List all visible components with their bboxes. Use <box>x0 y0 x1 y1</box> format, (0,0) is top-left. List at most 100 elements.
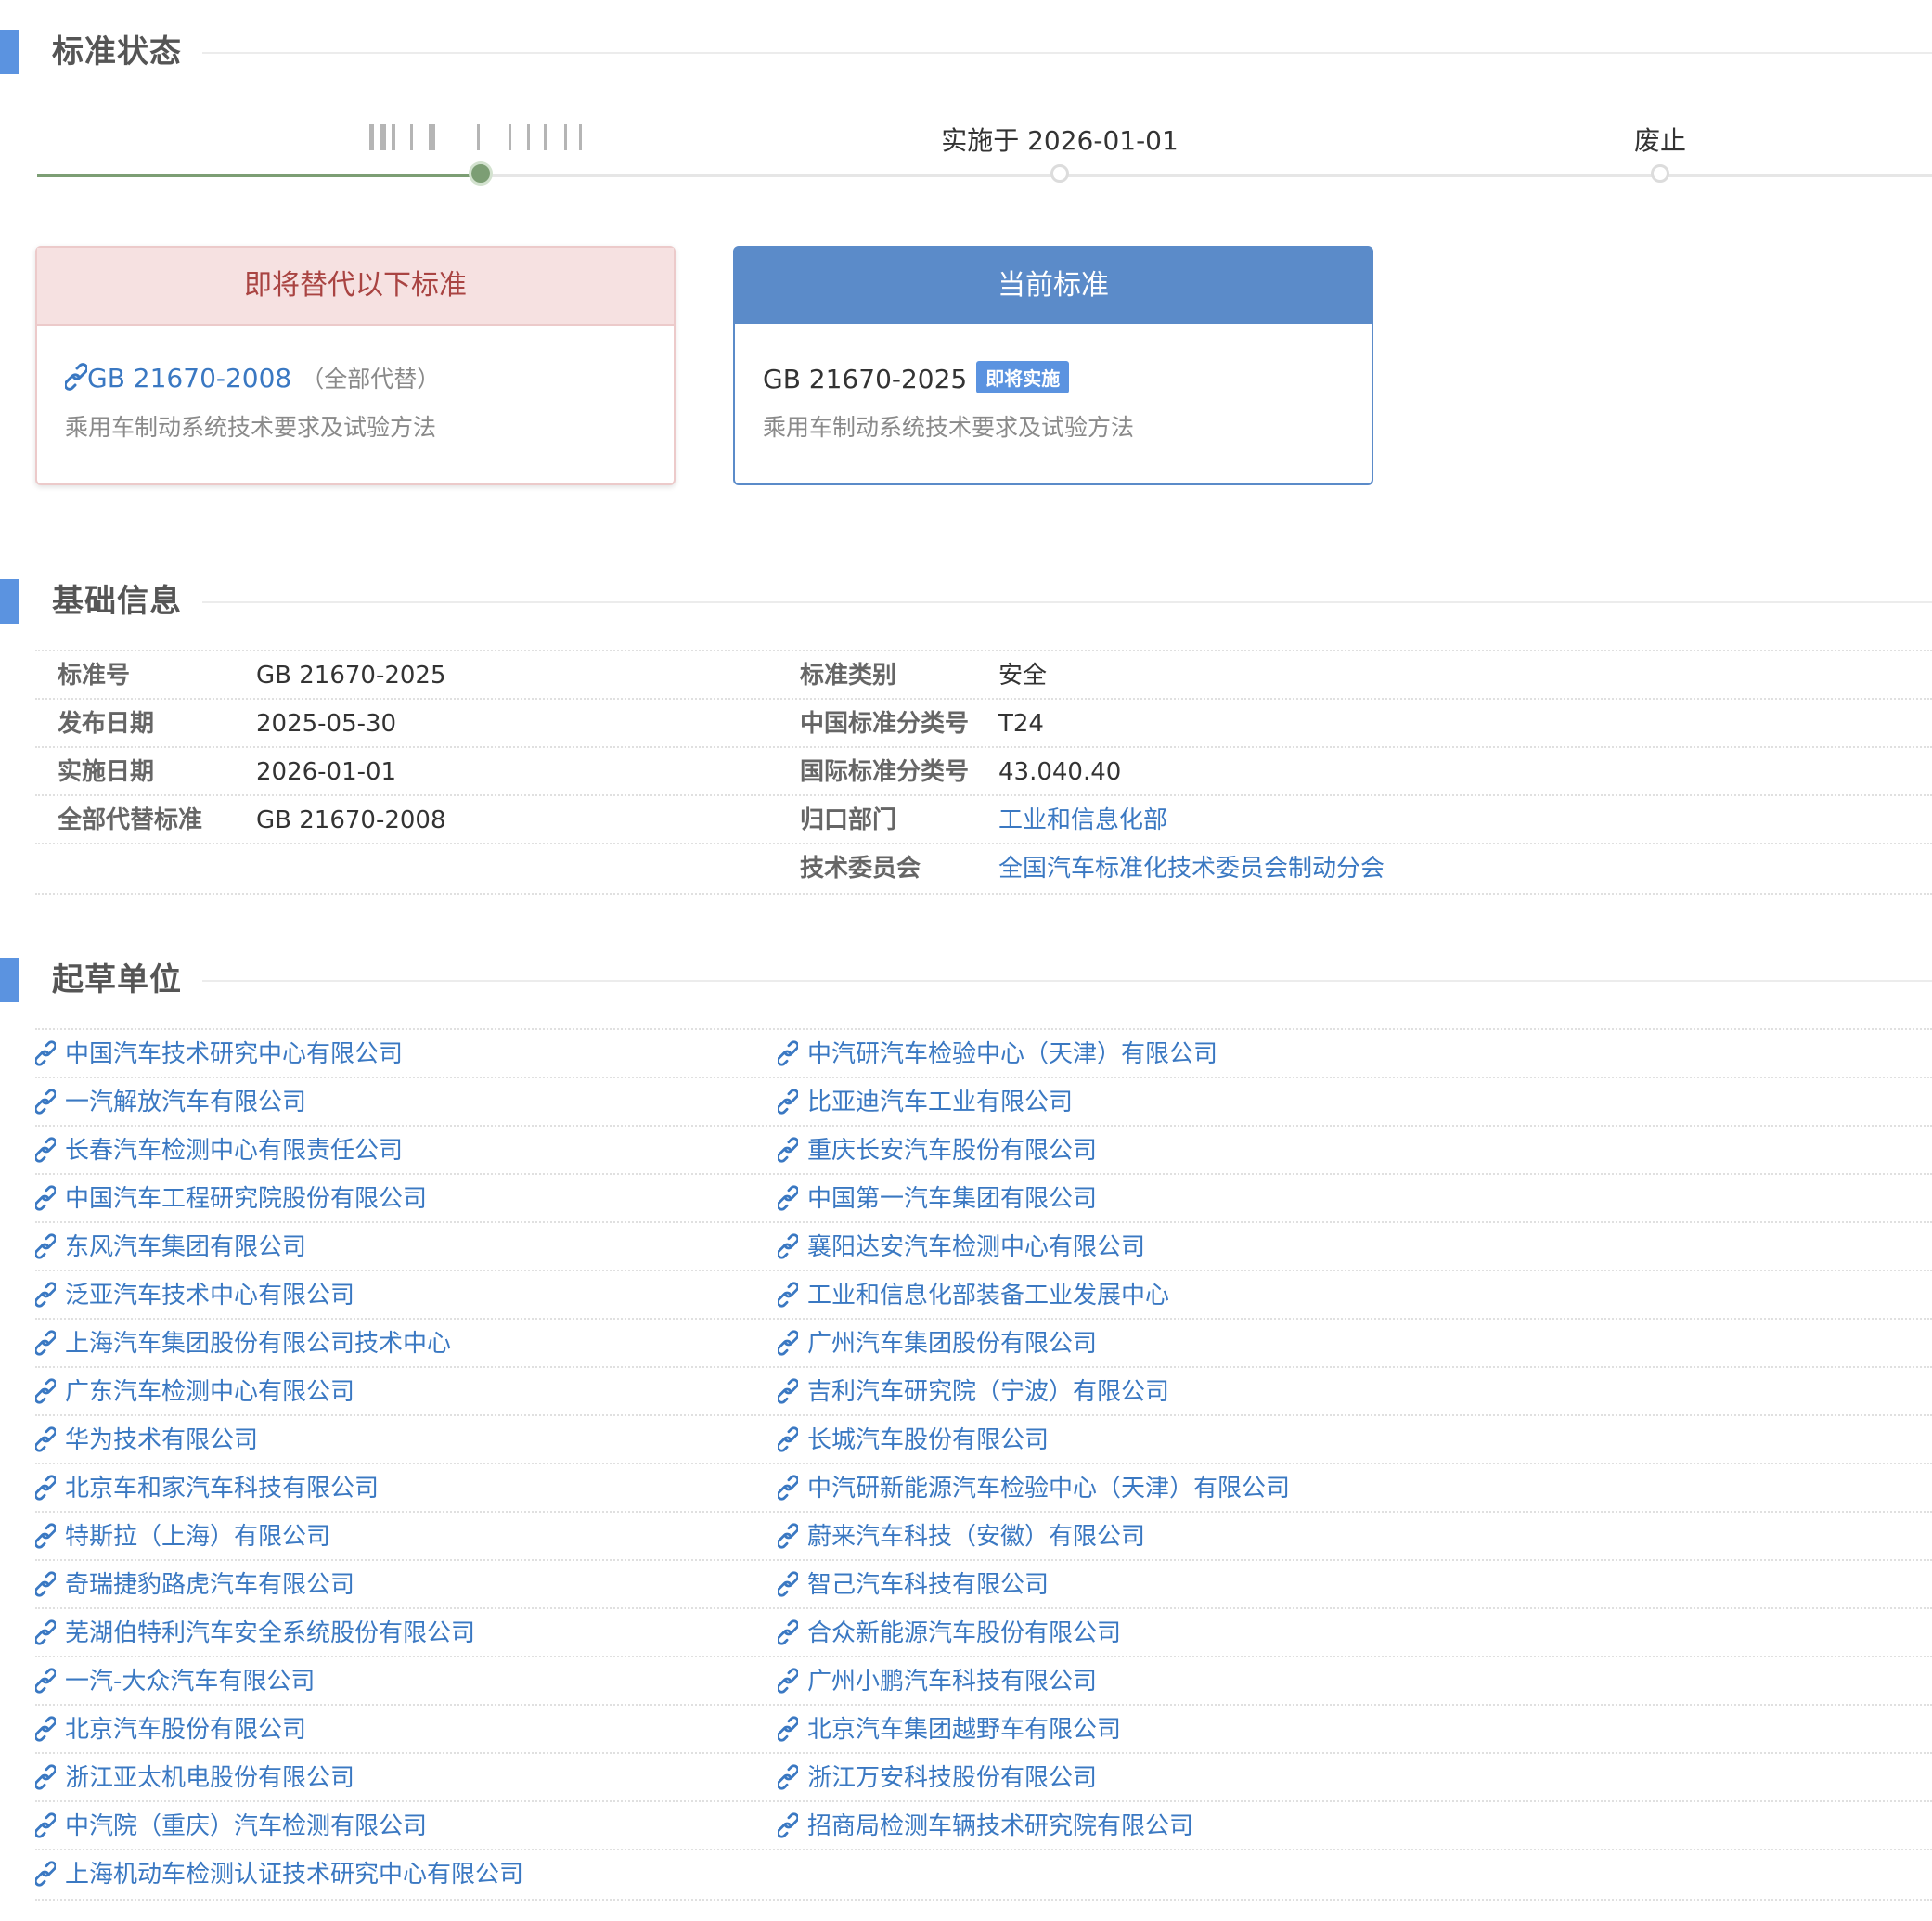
drafter-link[interactable]: 长春汽车检测中心有限责任公司 <box>33 1127 404 1175</box>
drafter-link[interactable]: 蔚来汽车科技（安徽）有限公司 <box>776 1513 1146 1561</box>
timeline-label-implement: 实施于 2026-01-01 <box>941 125 1179 156</box>
drafter-name: 上海汽车集团股份有限公司技术中心 <box>65 1330 452 1358</box>
drafter-name: 长春汽车检测中心有限责任公司 <box>65 1137 404 1165</box>
drafter-row: 一汽-大众汽车有限公司 广州小鹏汽车科技有限公司 <box>33 1656 1932 1706</box>
section-accent-bar <box>0 30 19 74</box>
info-label: 技术委员会 <box>800 855 921 883</box>
status-timeline: 实施于 2026-01-01 废止 <box>0 111 1932 195</box>
drafter-name: 浙江亚太机电股份有限公司 <box>65 1764 355 1792</box>
drafter-row: 特斯拉（上海）有限公司 蔚来汽车科技（安徽）有限公司 <box>33 1511 1932 1561</box>
info-value: 安全 <box>998 662 1048 690</box>
section-divider <box>202 980 1932 982</box>
drafter-link[interactable]: 浙江亚太机电股份有限公司 <box>33 1754 355 1802</box>
info-row: 全部代替标准 GB 21670-2008 归口部门 工业和信息化部 <box>35 794 1932 844</box>
drafter-name: 北京车和家汽车科技有限公司 <box>65 1475 380 1502</box>
drafter-name: 吉利汽车研究院（宁波）有限公司 <box>807 1378 1170 1406</box>
drafter-row: 上海机动车检测认证技术研究中心有限公司 <box>33 1849 1932 1901</box>
section-divider <box>202 52 1932 54</box>
drafter-link[interactable]: 泛亚汽车技术中心有限公司 <box>33 1271 355 1320</box>
drafter-link[interactable]: 长城汽车股份有限公司 <box>776 1416 1049 1464</box>
timeline-node-abolish <box>1651 164 1669 183</box>
drafter-name: 北京汽车集团越野车有限公司 <box>807 1716 1122 1744</box>
drafter-link[interactable]: 特斯拉（上海）有限公司 <box>33 1513 331 1561</box>
drafter-link[interactable]: 北京汽车股份有限公司 <box>33 1706 307 1754</box>
drafter-link[interactable]: 重庆长安汽车股份有限公司 <box>776 1127 1097 1175</box>
drafter-link[interactable]: 华为技术有限公司 <box>33 1416 258 1464</box>
drafter-link[interactable]: 智己汽车科技有限公司 <box>776 1561 1050 1609</box>
drafter-link[interactable]: 中汽研汽车检验中心（天津）有限公司 <box>776 1030 1217 1078</box>
drafter-name: 东风汽车集团有限公司 <box>65 1233 307 1261</box>
drafter-row: 华为技术有限公司 长城汽车股份有限公司 <box>33 1414 1932 1464</box>
drafter-link[interactable]: 上海机动车检测认证技术研究中心有限公司 <box>33 1850 523 1899</box>
replaced-standard-link[interactable]: GB 21670-2008 （全部代替） <box>63 361 441 397</box>
drafter-name: 中国汽车技术研究中心有限公司 <box>65 1040 404 1068</box>
drafter-name: 合众新能源汽车股份有限公司 <box>807 1619 1122 1647</box>
drafter-link[interactable]: 襄阳达安汽车检测中心有限公司 <box>776 1223 1145 1271</box>
timeline-node-implement <box>1050 164 1069 183</box>
timeline-node-published <box>471 164 490 183</box>
info-label: 全部代替标准 <box>58 806 203 834</box>
replaced-standard-desc: 乘用车制动系统技术要求及试验方法 <box>65 414 437 441</box>
drafter-link[interactable]: 北京车和家汽车科技有限公司 <box>33 1464 380 1513</box>
link-icon <box>33 1855 58 1903</box>
replace-type-note: （全部代替） <box>301 366 441 393</box>
section-title: 起草单位 <box>52 961 182 999</box>
section-accent-bar <box>0 958 19 1002</box>
drafter-link[interactable]: 广州汽车集团股份有限公司 <box>776 1320 1097 1368</box>
department-link[interactable]: 工业和信息化部 <box>998 796 1167 844</box>
drafter-link[interactable]: 中国第一汽车集团有限公司 <box>776 1175 1097 1223</box>
info-value: 2025-05-30 <box>256 710 397 738</box>
drafter-name: 一汽-大众汽车有限公司 <box>65 1668 316 1695</box>
info-label: 发布日期 <box>58 710 155 738</box>
drafter-link[interactable]: 合众新能源汽车股份有限公司 <box>776 1609 1122 1657</box>
section-header-basic: 基础信息 <box>0 579 1932 635</box>
drafter-link[interactable]: 广州小鹏汽车科技有限公司 <box>776 1657 1097 1706</box>
drafter-link[interactable]: 吉利汽车研究院（宁波）有限公司 <box>776 1368 1170 1416</box>
drafter-link[interactable]: 一汽-大众汽车有限公司 <box>33 1657 316 1706</box>
drafter-link[interactable]: 中国汽车技术研究中心有限公司 <box>33 1030 404 1078</box>
drafter-link[interactable]: 中汽院（重庆）汽车检测有限公司 <box>33 1802 427 1850</box>
info-value: 43.040.40 <box>998 758 1122 786</box>
info-value: GB 21670-2025 <box>256 662 446 690</box>
drafter-name: 北京汽车股份有限公司 <box>65 1716 307 1744</box>
info-value: T24 <box>998 710 1044 738</box>
drafter-link[interactable]: 东风汽车集团有限公司 <box>33 1223 307 1271</box>
drafter-link[interactable]: 中汽研新能源汽车检验中心（天津）有限公司 <box>776 1464 1291 1513</box>
drafter-name: 蔚来汽车科技（安徽）有限公司 <box>807 1523 1146 1551</box>
info-label: 中国标准分类号 <box>800 710 970 738</box>
info-label: 实施日期 <box>58 758 155 786</box>
current-standard-row: GB 21670-2025 即将实施 <box>763 361 1070 394</box>
info-row: 发布日期 2025-05-30 中国标准分类号 T24 <box>35 698 1932 748</box>
drafter-link[interactable]: 芜湖伯特利汽车安全系统股份有限公司 <box>33 1609 475 1657</box>
info-row: 实施日期 2026-01-01 国际标准分类号 43.040.40 <box>35 746 1932 796</box>
committee-link[interactable]: 全国汽车标准化技术委员会制动分会 <box>998 844 1385 893</box>
drafter-link[interactable]: 工业和信息化部装备工业发展中心 <box>776 1271 1169 1320</box>
drafter-row: 中国汽车工程研究院股份有限公司 中国第一汽车集团有限公司 <box>33 1173 1932 1223</box>
drafter-link[interactable]: 上海汽车集团股份有限公司技术中心 <box>33 1320 452 1368</box>
drafter-name: 特斯拉（上海）有限公司 <box>65 1523 331 1551</box>
drafter-name: 招商局检测车辆技术研究院有限公司 <box>807 1812 1194 1840</box>
replaced-standard-code[interactable]: GB 21670-2008 <box>87 363 291 393</box>
drafter-name: 中国汽车工程研究院股份有限公司 <box>65 1185 428 1213</box>
drafter-link[interactable]: 中国汽车工程研究院股份有限公司 <box>33 1175 428 1223</box>
drafter-row: 芜湖伯特利汽车安全系统股份有限公司 合众新能源汽车股份有限公司 <box>33 1607 1932 1657</box>
drafter-link[interactable]: 奇瑞捷豹路虎汽车有限公司 <box>33 1561 354 1609</box>
drafter-link[interactable]: 北京汽车集团越野车有限公司 <box>776 1706 1122 1754</box>
drafter-row: 长春汽车检测中心有限责任公司 重庆长安汽车股份有限公司 <box>33 1125 1932 1175</box>
info-label: 归口部门 <box>800 806 897 834</box>
drafter-link[interactable]: 比亚迪汽车工业有限公司 <box>776 1078 1074 1127</box>
drafter-link[interactable]: 一汽解放汽车有限公司 <box>33 1078 306 1127</box>
replaced-card-header: 即将替代以下标准 <box>37 248 674 326</box>
current-standard-desc: 乘用车制动系统技术要求及试验方法 <box>763 414 1135 441</box>
drafter-name: 中汽研新能源汽车检验中心（天津）有限公司 <box>807 1475 1291 1502</box>
section-accent-bar <box>0 579 19 624</box>
drafter-name: 智己汽车科技有限公司 <box>807 1571 1050 1599</box>
drafter-link[interactable]: 招商局检测车辆技术研究院有限公司 <box>776 1802 1194 1850</box>
drafter-name: 比亚迪汽车工业有限公司 <box>807 1089 1074 1116</box>
current-card-header: 当前标准 <box>735 248 1372 324</box>
drafter-link[interactable]: 浙江万安科技股份有限公司 <box>776 1754 1097 1802</box>
drafter-name: 泛亚汽车技术中心有限公司 <box>65 1282 355 1309</box>
drafter-row: 浙江亚太机电股份有限公司 浙江万安科技股份有限公司 <box>33 1752 1932 1802</box>
drafter-row: 北京车和家汽车科技有限公司 中汽研新能源汽车检验中心（天津）有限公司 <box>33 1463 1932 1513</box>
drafter-link[interactable]: 广东汽车检测中心有限公司 <box>33 1368 354 1416</box>
